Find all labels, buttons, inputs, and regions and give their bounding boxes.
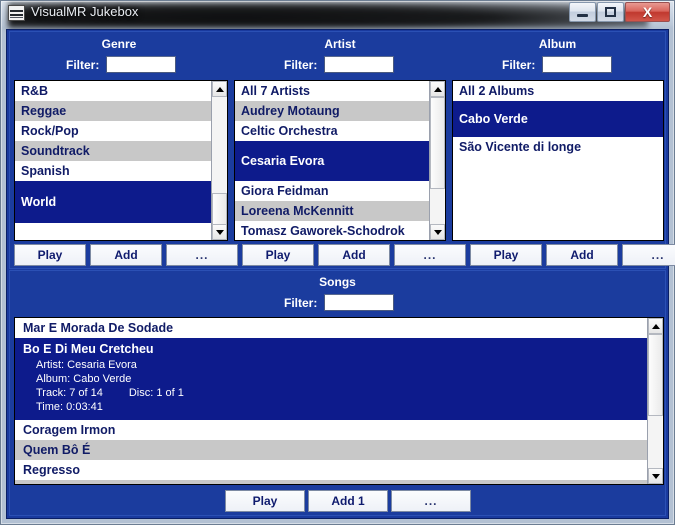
list-item[interactable]: Spanish (15, 161, 211, 181)
list-item-selected[interactable]: Cabo Verde (453, 101, 663, 137)
artist-play-button[interactable]: Play (242, 244, 314, 266)
genre-more-button[interactable]: ... (166, 244, 238, 266)
list-item[interactable]: Audrey Motaung (235, 101, 429, 121)
title-bar[interactable]: VisualMR Jukebox X (0, 0, 675, 29)
genre-filter-label: Filter: (66, 57, 100, 72)
album-more-button[interactable]: ... (622, 244, 675, 266)
artist-scrollbar[interactable] (429, 81, 445, 240)
app-icon (8, 5, 25, 21)
songs-header: Songs (319, 275, 356, 289)
minimize-icon (570, 3, 595, 21)
maximize-button[interactable] (597, 2, 624, 22)
artist-filter-label: Filter: (284, 57, 318, 72)
application-window: VisualMR Jukebox X Genre Artist Album Fi… (0, 0, 675, 525)
close-button[interactable]: X (625, 2, 670, 22)
artist-filter-row: Filter: (284, 56, 395, 73)
list-item[interactable]: R&B (15, 81, 211, 101)
genre-list-rows: R&B Reggae Rock/Pop Soundtrack Spanish W… (15, 81, 211, 240)
album-list-rows: All 2 Albums Cabo Verde São Vicente di l… (453, 81, 663, 240)
maximize-icon (598, 3, 623, 21)
songs-add-button[interactable]: Add 1 (308, 490, 388, 512)
artist-header: Artist (324, 37, 356, 51)
artist-list[interactable]: All 7 Artists Audrey Motaung Celtic Orch… (234, 80, 446, 241)
song-artist: Artist: Cesaria Evora (36, 359, 137, 371)
list-item-selected[interactable]: Cesaria Evora (235, 141, 429, 181)
genre-filter-row: Filter: (66, 56, 177, 73)
songs-play-button[interactable]: Play (225, 490, 305, 512)
artist-list-rows: All 7 Artists Audrey Motaung Celtic Orch… (235, 81, 429, 240)
list-item[interactable] (15, 480, 647, 484)
list-item[interactable]: Reggae (15, 101, 211, 121)
album-filter-input[interactable] (542, 56, 613, 73)
album-add-button[interactable]: Add (546, 244, 618, 266)
songs-more-button[interactable]: ... (391, 490, 471, 512)
list-item[interactable]: São Vicente di longe (453, 137, 663, 157)
genre-add-button[interactable]: Add (90, 244, 162, 266)
list-item[interactable]: All 2 Albums (453, 81, 663, 101)
song-disc: Disc: 1 of 1 (128, 387, 184, 399)
song-track: Track: 7 of 14 (36, 387, 103, 399)
song-album: Album: Cabo Verde (36, 373, 132, 385)
list-item[interactable]: Rock/Pop (15, 121, 211, 141)
list-item[interactable]: Coragem Irmon (15, 420, 647, 440)
scrollbar-track[interactable] (430, 97, 445, 224)
songs-list-rows: Mar E Morada De Sodade Bo E Di Meu Cretc… (15, 318, 647, 484)
artist-add-button[interactable]: Add (318, 244, 390, 266)
scroll-up-icon[interactable] (648, 318, 663, 334)
songs-filter-label: Filter: (284, 295, 318, 310)
list-item[interactable]: Loreena McKennitt (235, 201, 429, 221)
browse-panels: Genre Artist Album Filter: Filter: Filte… (9, 31, 675, 269)
close-icon: X (642, 4, 653, 20)
scroll-down-icon[interactable] (648, 468, 663, 484)
genre-play-button[interactable]: Play (14, 244, 86, 266)
genre-header: Genre (101, 37, 137, 51)
song-title: Bo E Di Meu Cretcheu (23, 342, 154, 356)
scroll-down-icon[interactable] (212, 224, 227, 240)
songs-filter-input[interactable] (324, 294, 395, 311)
client-area: Genre Artist Album Filter: Filter: Filte… (6, 29, 675, 519)
artist-more-button[interactable]: ... (394, 244, 466, 266)
genre-scrollbar[interactable] (211, 81, 227, 240)
album-filter-row: Filter: (502, 56, 613, 73)
scroll-up-icon[interactable] (430, 81, 445, 97)
album-list[interactable]: All 2 Albums Cabo Verde São Vicente di l… (452, 80, 664, 241)
list-item[interactable]: Regresso (15, 460, 647, 480)
window-title: VisualMR Jukebox (31, 4, 139, 19)
songs-filter-row: Filter: (284, 294, 395, 311)
song-time: Time: 0:03:41 (36, 401, 103, 413)
list-item[interactable]: Giora Feidman (235, 181, 429, 201)
album-header: Album (538, 37, 577, 51)
songs-panel: Songs Filter: Mar E Morada De Sodade Bo … (9, 270, 666, 516)
scrollbar-thumb[interactable] (648, 334, 663, 416)
scrollbar-thumb[interactable] (430, 97, 445, 189)
list-item-selected[interactable]: World (15, 181, 211, 223)
artist-filter-input[interactable] (324, 56, 395, 73)
album-play-button[interactable]: Play (470, 244, 542, 266)
genre-list[interactable]: R&B Reggae Rock/Pop Soundtrack Spanish W… (14, 80, 228, 241)
scroll-down-icon[interactable] (430, 224, 445, 240)
list-item-selected[interactable]: Bo E Di Meu Cretcheu Artist: Cesaria Evo… (15, 338, 647, 420)
song-track-disc: Track: 7 of 14 Disc: 1 of 1 (23, 386, 647, 400)
list-item[interactable]: Mar E Morada De Sodade (15, 318, 647, 338)
window-controls: X (568, 2, 670, 23)
list-item[interactable]: Tomasz Gaworek-Schodrok (235, 221, 429, 240)
album-filter-label: Filter: (502, 57, 536, 72)
minimize-button[interactable] (569, 2, 596, 22)
scrollbar-track[interactable] (648, 334, 663, 468)
list-item[interactable]: Quem Bô É (15, 440, 647, 460)
list-item[interactable]: All 7 Artists (235, 81, 429, 101)
scroll-up-icon[interactable] (212, 81, 227, 97)
scrollbar-track[interactable] (212, 97, 227, 240)
songs-list[interactable]: Mar E Morada De Sodade Bo E Di Meu Cretc… (14, 317, 664, 485)
list-item[interactable]: Soundtrack (15, 141, 211, 161)
songs-scrollbar[interactable] (647, 318, 663, 484)
list-item[interactable]: Celtic Orchestra (235, 121, 429, 141)
genre-filter-input[interactable] (106, 56, 177, 73)
